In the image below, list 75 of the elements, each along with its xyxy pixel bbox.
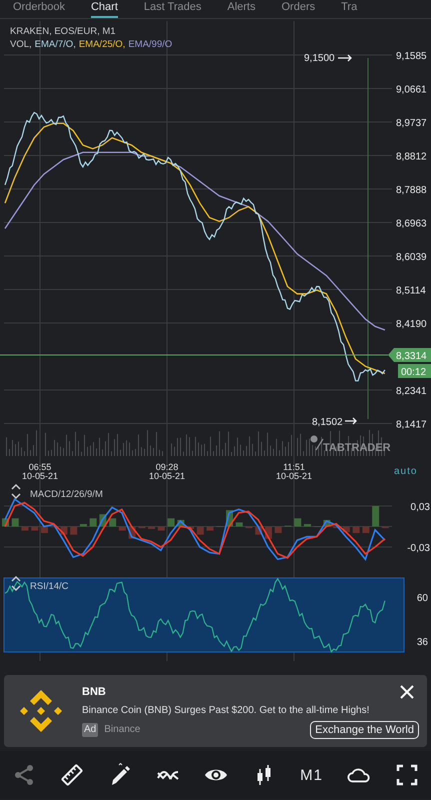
date-label: 10-05-21 bbox=[22, 471, 58, 481]
axis-label: 8,5114 bbox=[396, 286, 426, 296]
tab[interactable]: Last Trades bbox=[144, 1, 202, 18]
time-label: 11:51 bbox=[283, 462, 305, 472]
histogram-bar bbox=[187, 526, 194, 529]
date-label: 10-05-21 bbox=[276, 471, 312, 481]
ad-banner[interactable]: BNB Binance Coin (BNB) Surges Past $200. Get to the all-time Highs! Ad Binance Exchange the World bbox=[4, 675, 427, 747]
histogram-bar bbox=[362, 526, 370, 534]
axis-label: 36 bbox=[416, 637, 428, 648]
countdown-badge: 00:12 bbox=[398, 364, 431, 378]
ruler-icon[interactable] bbox=[60, 763, 84, 787]
tab[interactable]: Alerts bbox=[227, 1, 256, 18]
histogram-bar bbox=[294, 518, 302, 526]
axis-label: 0,03 bbox=[410, 502, 430, 513]
chevrons-icon[interactable] bbox=[11, 484, 21, 500]
scale-mode-label[interactable]: auto bbox=[394, 466, 418, 477]
histogram-bar bbox=[158, 526, 165, 531]
time-label: 09:28 bbox=[156, 462, 178, 472]
ad-text: Binance Coin (BNB) Surges Past $200. Get to the all-time Highs! bbox=[82, 704, 370, 716]
tab[interactable]: Orders bbox=[282, 1, 316, 18]
histogram-bar bbox=[40, 526, 48, 534]
indicator-label: RSI/14/C bbox=[30, 581, 69, 592]
arrow-icon bbox=[344, 417, 357, 425]
indicator-label: MACD/12/26/9/M bbox=[30, 489, 103, 500]
histogram-bar bbox=[31, 526, 38, 531]
logo-text: TABTRADER bbox=[323, 442, 391, 454]
axis-label: 60 bbox=[416, 593, 428, 604]
ad-badge: Ad bbox=[82, 722, 98, 736]
axis-label: 8,6039 bbox=[396, 252, 427, 263]
histogram-bar bbox=[109, 518, 116, 526]
advertiser-name: Binance bbox=[104, 724, 140, 736]
axis-label: 8,7888 bbox=[396, 185, 427, 196]
arrow-icon bbox=[337, 54, 352, 62]
histogram-bar bbox=[236, 522, 243, 526]
histogram-bar bbox=[168, 518, 175, 526]
ad-title: BNB bbox=[82, 684, 106, 700]
indicator-legend: VOL, EMA/7/O, EMA/25/O, EMA/99/O bbox=[10, 39, 172, 50]
tab[interactable]: Chart bbox=[90, 1, 118, 18]
histogram-bar bbox=[352, 526, 360, 534]
price-tag: 8,3314 bbox=[388, 348, 431, 362]
fullscreen-icon[interactable] bbox=[394, 763, 419, 787]
histogram-bar bbox=[21, 526, 28, 531]
histogram-bar bbox=[342, 526, 350, 532]
axis-label: 8,4190 bbox=[396, 319, 427, 330]
histogram-bar bbox=[196, 526, 204, 535]
date-label: 10-05-21 bbox=[148, 471, 186, 481]
histogram-bar bbox=[80, 524, 87, 526]
logo-icon bbox=[310, 436, 324, 450]
axis-label: 8,8812 bbox=[396, 152, 427, 162]
histogram-bar bbox=[304, 524, 311, 526]
axis-label: -0,03 bbox=[407, 543, 430, 554]
histogram-bar bbox=[206, 526, 214, 531]
histogram-bar bbox=[274, 526, 282, 534]
cta-button[interactable]: Exchange the World bbox=[310, 720, 419, 738]
histogram-bar bbox=[148, 526, 156, 529]
histogram-bar bbox=[12, 518, 19, 526]
time-label: 06:55 bbox=[28, 462, 52, 472]
histogram-bar bbox=[372, 506, 380, 526]
histogram-bar bbox=[90, 518, 97, 526]
timeframe-button[interactable]: M1 bbox=[300, 766, 323, 784]
high-price-label: 9,1500 bbox=[304, 53, 335, 64]
axis-label: 8,1417 bbox=[396, 420, 427, 430]
tab[interactable]: Tra bbox=[341, 1, 358, 18]
tab[interactable]: Orderbook bbox=[13, 1, 65, 18]
axis-label: 9,1585 bbox=[396, 51, 427, 62]
axis-label: 9,0661 bbox=[396, 84, 427, 96]
chevrons-icon[interactable] bbox=[11, 576, 21, 592]
histogram-bar bbox=[118, 526, 126, 531]
axis-label: 8,9737 bbox=[396, 118, 427, 129]
axis-label: 8,2341 bbox=[396, 386, 427, 397]
low-price-label: 8,1502 bbox=[312, 417, 343, 428]
chart-title: KRAKEN, EOS/EUR, M1 bbox=[10, 26, 116, 37]
axis-label: 8,6963 bbox=[396, 218, 427, 230]
close-icon[interactable] bbox=[399, 684, 415, 700]
histogram-bar bbox=[70, 526, 78, 535]
